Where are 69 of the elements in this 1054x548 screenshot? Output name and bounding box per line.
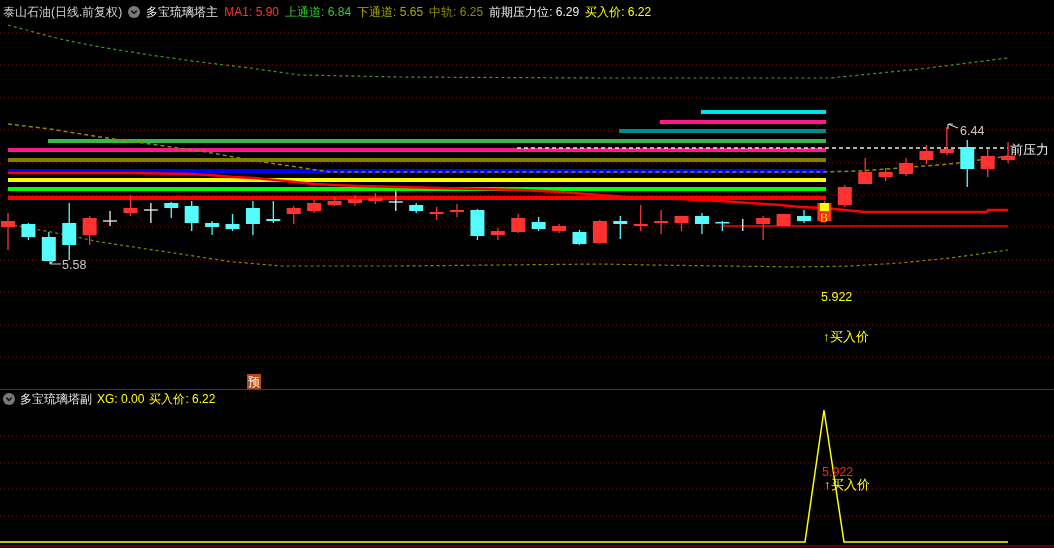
candlestick bbox=[347, 194, 362, 207]
candlestick bbox=[511, 213, 526, 234]
candlestick bbox=[797, 209, 811, 224]
indicator-readout: MA1: 5.90 bbox=[224, 5, 280, 19]
candlestick bbox=[102, 210, 118, 227]
candlestick bbox=[62, 202, 77, 261]
candlestick bbox=[450, 203, 464, 218]
candlestick bbox=[552, 223, 567, 234]
candlestick bbox=[307, 199, 322, 214]
candlestick bbox=[245, 200, 260, 236]
candlestick bbox=[266, 200, 281, 224]
candlestick bbox=[1, 212, 15, 251]
candlestick bbox=[225, 213, 240, 232]
high-price-label: 6.44 bbox=[960, 124, 985, 138]
candlestick bbox=[858, 157, 873, 185]
indicator-readout: 上通道: 6.84 bbox=[285, 3, 352, 21]
indicator-readout: 买入价: 6.22 bbox=[149, 390, 216, 408]
candlestick bbox=[960, 139, 975, 188]
dropdown-icon[interactable] bbox=[128, 6, 141, 18]
buy-price-value: 5.922 bbox=[821, 290, 853, 304]
candlestick bbox=[878, 167, 893, 182]
candlestick bbox=[613, 215, 628, 240]
indicator-readout: 买入价: 6.22 bbox=[585, 3, 652, 21]
indicator-readout: 中轨: 6.25 bbox=[429, 3, 484, 21]
candlestick bbox=[388, 189, 404, 212]
indicator-name: 多宝琉璃塔副 bbox=[20, 390, 92, 408]
indicator-readout: 前期压力位: 6.29 bbox=[489, 3, 580, 21]
candlestick bbox=[286, 205, 301, 225]
arrow-icon bbox=[49, 259, 62, 265]
candlestick bbox=[123, 194, 138, 217]
indicator-readout: XG: 0.00 bbox=[97, 392, 145, 406]
candlestick bbox=[715, 220, 730, 232]
candlestick bbox=[21, 222, 36, 241]
candlestick bbox=[742, 218, 744, 232]
candlestick bbox=[184, 200, 199, 232]
indicator-readout: 下通道: 5.65 bbox=[357, 3, 424, 21]
stock-title: 泰山石油(日线.前复权) bbox=[3, 3, 123, 21]
candlestick bbox=[919, 144, 934, 165]
candlestick bbox=[368, 192, 383, 205]
candlestick bbox=[82, 215, 97, 246]
candlestick bbox=[143, 202, 159, 224]
candlestick bbox=[572, 229, 587, 246]
candlestick bbox=[531, 216, 546, 232]
candlestick bbox=[164, 201, 179, 219]
candlestick bbox=[694, 212, 709, 235]
candlestick bbox=[490, 227, 505, 241]
candlestick bbox=[674, 215, 689, 232]
indicator-name: 多宝琉璃塔主 bbox=[146, 3, 219, 21]
candlestick bbox=[205, 220, 220, 236]
candlestick bbox=[429, 206, 444, 221]
arrow-icon bbox=[947, 123, 959, 130]
candlestick bbox=[41, 231, 56, 262]
dropdown-icon[interactable] bbox=[3, 393, 15, 405]
candlestick bbox=[409, 202, 424, 214]
candlestick bbox=[939, 126, 954, 156]
low-price-label: 5.58 bbox=[62, 258, 87, 272]
resistance-label: 前压力 bbox=[1010, 142, 1049, 157]
candlestick bbox=[633, 204, 648, 232]
candlestick bbox=[592, 219, 607, 245]
candlestick bbox=[470, 208, 485, 241]
forecast-badge: 预 bbox=[247, 374, 261, 389]
candlestick bbox=[980, 148, 995, 178]
candlestick bbox=[899, 157, 914, 177]
candlestick bbox=[327, 195, 342, 207]
candlestick bbox=[654, 209, 669, 235]
buy-price-label: ↑买入价 bbox=[823, 329, 869, 344]
candlestick bbox=[837, 184, 852, 208]
candlestick bbox=[776, 213, 791, 227]
candlestick bbox=[756, 215, 771, 241]
